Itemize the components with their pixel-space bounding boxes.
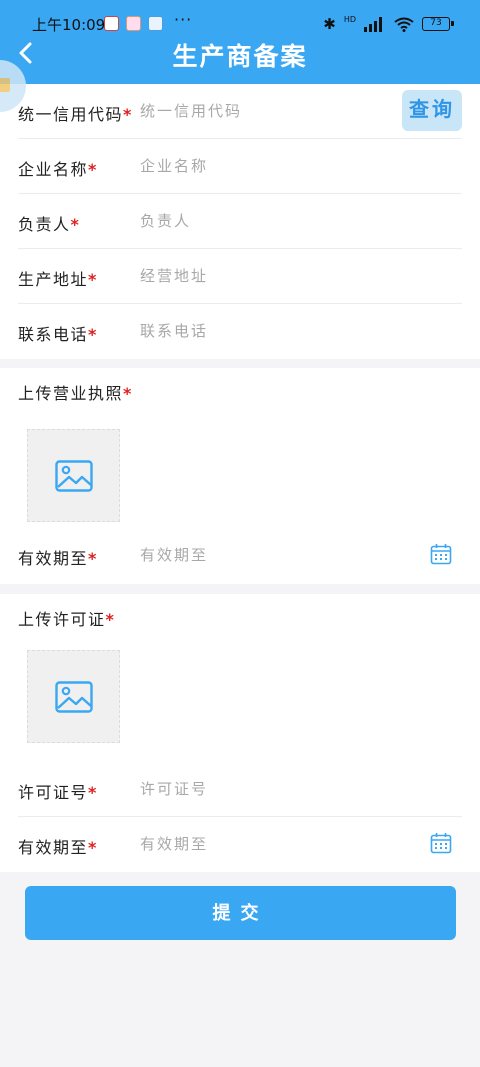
battery-level: 73 [430, 18, 442, 28]
credit-code-label: 统一信用代码* [18, 105, 133, 124]
production-address-label: 生产地址* [18, 270, 98, 289]
app-header: 上午10:09 ··· ✱ HD 73 生产商备案 [0, 0, 480, 84]
credit-code-input[interactable] [140, 95, 360, 127]
signal-icon [364, 16, 386, 32]
required-mark: * [88, 325, 98, 344]
basic-info-card: 统一信用代码* 查询 企业名称* 负责人* 生产地址* 联系电话* [0, 84, 480, 359]
required-mark: * [88, 270, 98, 289]
permit-title: 上传许可证* [18, 610, 116, 629]
submit-button[interactable]: 提交 [25, 886, 456, 940]
required-mark: * [123, 384, 133, 403]
required-mark: * [105, 610, 116, 629]
contact-phone-label: 联系电话* [18, 325, 98, 344]
calendar-icon[interactable] [430, 832, 452, 854]
person-in-charge-input[interactable] [140, 205, 390, 237]
image-icon [54, 680, 93, 713]
wifi-icon [394, 17, 414, 32]
permit-valid-until-label: 有效期至* [18, 838, 98, 857]
notification-app-icon [104, 16, 119, 31]
company-name-label: 企业名称* [18, 160, 98, 179]
production-address-row: 生产地址* [18, 249, 462, 304]
license-valid-until-label: 有效期至* [18, 549, 98, 568]
business-license-card: 上传营业执照* 有效期至* [0, 368, 480, 584]
permit-card: 上传许可证* 许可证号* 有效期至* [0, 594, 480, 872]
credit-code-row: 统一信用代码* 查询 [18, 84, 462, 139]
battery-icon: 73 [422, 17, 454, 31]
required-mark: * [88, 838, 98, 857]
query-button[interactable]: 查询 [402, 90, 462, 131]
required-mark: * [70, 215, 81, 234]
required-mark: * [88, 783, 98, 802]
more-notifications-icon: ··· [174, 10, 193, 29]
required-mark: * [88, 160, 98, 179]
permit-number-label: 许可证号* [18, 783, 98, 802]
required-mark: * [88, 549, 98, 568]
permit-number-row: 许可证号* [18, 762, 462, 817]
calendar-icon[interactable] [430, 543, 452, 565]
company-name-input[interactable] [140, 150, 390, 182]
permit-valid-until-row: 有效期至* [18, 817, 462, 872]
image-icon [54, 459, 93, 492]
status-time: 上午10:09 [32, 16, 106, 34]
contact-phone-row: 联系电话* [18, 304, 462, 359]
bluetooth-icon: ✱ [323, 15, 336, 33]
company-name-row: 企业名称* [18, 139, 462, 194]
production-address-input[interactable] [140, 260, 390, 292]
status-indicators: ✱ HD 73 [323, 14, 454, 34]
notification-app-icon [148, 16, 163, 31]
page-title: 生产商备案 [172, 42, 308, 71]
required-mark: * [123, 105, 133, 124]
contact-phone-input[interactable] [140, 315, 390, 347]
business-license-title: 上传营业执照* [18, 384, 133, 403]
license-valid-until-input[interactable] [140, 539, 390, 571]
business-license-upload[interactable] [27, 429, 120, 522]
person-in-charge-row: 负责人* [18, 194, 462, 249]
permit-number-input[interactable] [140, 773, 390, 805]
assistant-icon [0, 78, 10, 92]
license-valid-until-row: 有效期至* [18, 528, 462, 583]
notification-app-icon [126, 16, 141, 31]
permit-valid-until-input[interactable] [140, 828, 390, 860]
network-type-label: HD [343, 14, 356, 24]
person-in-charge-label: 负责人* [18, 215, 81, 234]
permit-upload[interactable] [27, 650, 120, 743]
